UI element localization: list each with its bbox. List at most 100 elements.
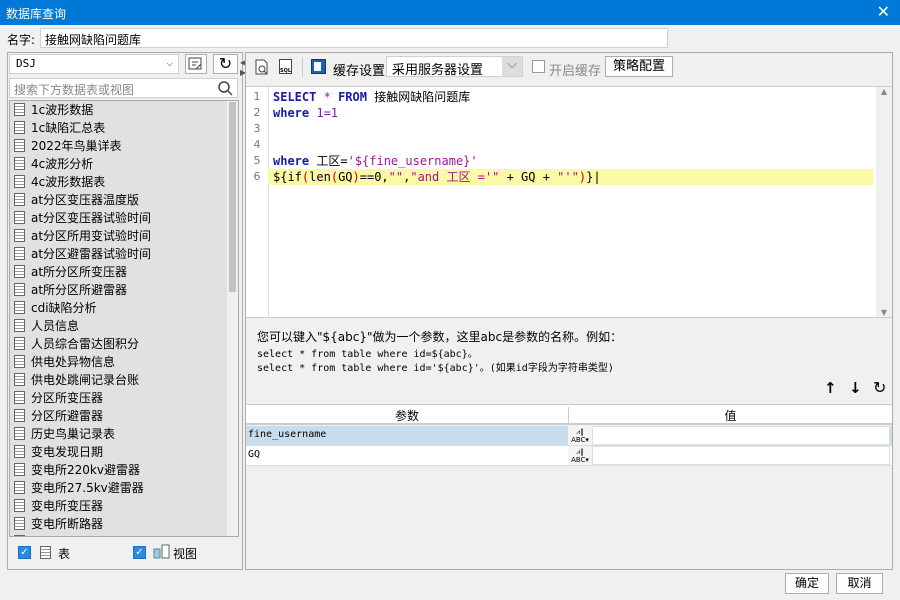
show-views-label: 视图 <box>173 547 198 561</box>
param-row[interactable]: fine_username ⩘‖ ABC▾ <box>246 426 892 446</box>
table-icon <box>14 481 25 494</box>
strategy-button[interactable]: 策略配置 <box>605 56 673 77</box>
refresh-button[interactable]: ↻ <box>213 54 238 74</box>
table-list-item[interactable]: 人员信息 <box>10 317 228 335</box>
table-name: 人员信息 <box>31 319 80 333</box>
table-list-item[interactable]: at分区所用变试验时间 <box>10 227 228 245</box>
table-name: at所分区所变压器 <box>31 265 128 279</box>
view-icon <box>153 544 170 559</box>
table-list-item[interactable]: 4c波形分析 <box>10 155 228 173</box>
header-value: 值 <box>724 409 737 423</box>
table-list-item[interactable]: 1c波形数据 <box>10 101 228 119</box>
table-icon <box>40 546 51 559</box>
table-list: 1c波形数据 1c缺陷汇总表 2022年鸟巢详表 4c波形分析 4c波形数据表 at分区变… <box>9 100 239 537</box>
table-name: 人员综合雷达图积分 <box>31 337 140 351</box>
table-list-item[interactable]: 4c波形数据表 <box>10 173 228 191</box>
table-list-item[interactable]: 1c缺陷汇总表 <box>10 119 228 137</box>
table-icon <box>14 373 25 386</box>
table-list-item[interactable]: 变电所断路器 <box>10 515 228 533</box>
table-list-item[interactable]: 变电所220kv避雷器 <box>10 461 228 479</box>
table-icon <box>14 229 25 242</box>
table-icon <box>14 463 25 476</box>
show-views-checkbox[interactable]: ✓ <box>133 546 146 559</box>
param-value-input[interactable] <box>592 426 890 445</box>
table-list-item[interactable]: 历史鸟巢记录表 <box>10 425 228 443</box>
preview-icon[interactable] <box>254 59 270 75</box>
table-name: 1c缺陷汇总表 <box>31 121 106 135</box>
close-icon[interactable]: ✕ <box>877 2 890 21</box>
table-name: at分区变压器试验时间 <box>31 211 152 225</box>
cache-mode-select[interactable]: 采用服务器设置 ⌵ <box>386 56 523 78</box>
table-list-item[interactable]: 变电所变压器 <box>10 497 228 515</box>
table-icon <box>14 139 25 152</box>
cache-settings-icon[interactable] <box>311 59 326 74</box>
table-list-item[interactable]: 分区所避雷器 <box>10 407 228 425</box>
table-icon <box>14 427 25 440</box>
name-input[interactable]: 接触网缺陷问题库 <box>40 28 668 48</box>
sql-icon[interactable]: SQL <box>279 59 292 74</box>
refresh-params-icon[interactable]: ↻ <box>873 378 886 397</box>
editor-scrollbar[interactable]: ▲ ▼ <box>876 87 892 317</box>
param-value-input[interactable] <box>592 446 890 465</box>
table-icon <box>14 103 25 116</box>
move-down-icon[interactable]: ↓ <box>849 379 862 397</box>
enable-cache-checkbox[interactable] <box>532 60 545 73</box>
table-list-item[interactable]: cdi缺陷分析 <box>10 299 228 317</box>
edit-connection-button[interactable] <box>185 54 207 74</box>
table-list-item[interactable]: 人员综合雷达图积分 <box>10 335 228 353</box>
table-list-item[interactable]: 变电所27.5kv避雷器 <box>10 479 228 497</box>
code-line-current: ${if(len(GQ)==0,"","and 工区 ='" + GQ + "'… <box>268 169 873 185</box>
table-name: at分区变压器温度版 <box>31 193 140 207</box>
table-list-item[interactable]: at分区变压器试验时间 <box>10 209 228 227</box>
line-number: 2 <box>253 106 261 119</box>
table-icon <box>14 319 25 332</box>
show-tables-label: 表 <box>58 547 71 561</box>
sql-editor[interactable]: 1 2 3 4 5 6 SELECT * FROM 接触网缺陷问题库 where 1=1 … <box>246 86 892 318</box>
search-icon <box>218 81 233 96</box>
move-up-icon[interactable]: ↑ <box>824 379 837 397</box>
line-number: 3 <box>253 122 261 135</box>
table-name: 供电处跳闸记录台账 <box>31 373 140 387</box>
search-placeholder: 搜索下方数据表或视图 <box>14 83 135 97</box>
table-icon <box>14 445 25 458</box>
table-list-item[interactable]: 供电处异物信息 <box>10 353 228 371</box>
type-abc-icon[interactable]: ⩘‖ ABC▾ <box>568 446 592 465</box>
table-list-item[interactable] <box>10 533 228 536</box>
type-abc-icon[interactable]: ⩘‖ ABC▾ <box>568 426 592 445</box>
table-list-item[interactable]: 分区所变压器 <box>10 389 228 407</box>
table-icon <box>14 535 25 536</box>
table-search-input[interactable]: 搜索下方数据表或视图 <box>9 78 238 98</box>
cache-mode-value: 采用服务器设置 <box>392 63 484 78</box>
connection-select[interactable]: DSJ ⌵ <box>9 54 179 74</box>
chevron-down-icon: ⌵ <box>502 57 522 76</box>
name-label: 名字: <box>7 33 36 47</box>
connection-value: DSJ <box>16 57 36 70</box>
table-list-item[interactable]: at分区变压器温度版 <box>10 191 228 209</box>
cache-settings-label: 缓存设置 <box>333 64 386 79</box>
line-numbers: 1 2 3 4 5 6 <box>246 89 268 185</box>
table-icon <box>14 337 25 350</box>
table-name: 变电所变压器 <box>31 499 104 513</box>
code-line: SELECT * FROM 接触网缺陷问题库 <box>273 90 471 104</box>
table-name: 分区所变压器 <box>31 391 104 405</box>
line-number: 4 <box>253 138 261 151</box>
cancel-button[interactable]: 取消 <box>836 573 883 594</box>
code-area[interactable]: SELECT * FROM 接触网缺陷问题库 where 1=1 where 工… <box>268 89 873 185</box>
enable-cache-label: 开启缓存 <box>549 64 602 79</box>
table-list-item[interactable]: at分区避雷器试验时间 <box>10 245 228 263</box>
table-list-item[interactable]: 供电处跳闸记录台账 <box>10 371 228 389</box>
table-name: 2022年鸟巢详表 <box>31 139 122 153</box>
table-list-item[interactable]: 变电发现日期 <box>10 443 228 461</box>
table-list-item[interactable]: at所分区所变压器 <box>10 263 228 281</box>
ok-button[interactable]: 确定 <box>785 573 829 594</box>
table-name: 变电发现日期 <box>31 445 104 459</box>
table-icon <box>14 175 25 188</box>
table-list-item[interactable]: at所分区所避雷器 <box>10 281 228 299</box>
line-number: 1 <box>253 90 261 103</box>
param-row[interactable]: GQ ⩘‖ ABC▾ <box>246 446 892 466</box>
show-tables-checkbox[interactable]: ✓ <box>18 546 31 559</box>
list-scrollbar[interactable] <box>227 101 238 536</box>
table-list-item[interactable]: 2022年鸟巢详表 <box>10 137 228 155</box>
table-name: at分区所用变试验时间 <box>31 229 152 243</box>
line-number: 5 <box>253 154 261 167</box>
